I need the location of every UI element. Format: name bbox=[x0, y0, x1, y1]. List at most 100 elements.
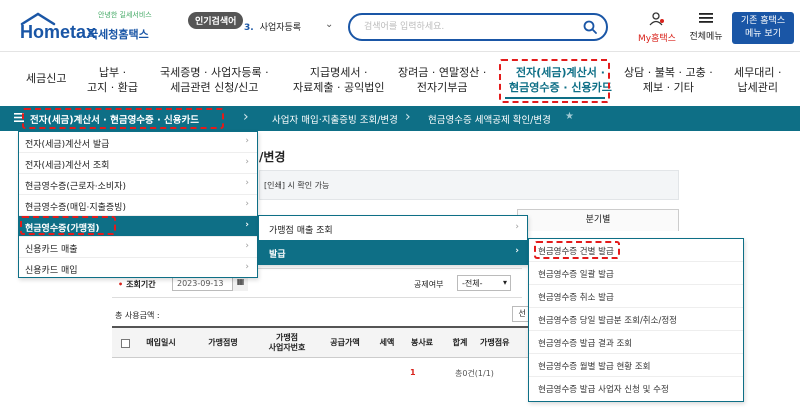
menu-item-cash-receipt-purchase[interactable]: 현금영수증(매입·지출증빙) › bbox=[19, 195, 257, 216]
classic-menu-button[interactable]: 기존 홈택스 메뉴 보기 bbox=[732, 12, 794, 44]
nav-label: 고지 · 환급 bbox=[87, 81, 138, 94]
top-header: 안녕한 길세서비스 Hometax 국세청홈택스 인기검색어 3. 사업자등록 ⌄… bbox=[0, 0, 800, 52]
chevron-right-icon: › bbox=[245, 136, 249, 146]
highlight-breadcrumb-box bbox=[22, 108, 224, 129]
col-header: 봉사료 bbox=[410, 338, 434, 347]
breadcrumb-level3[interactable]: 현금영수증 세액공제 확인/변경 bbox=[428, 112, 551, 126]
total-amount-label: 총 사용금액 : bbox=[115, 311, 160, 320]
search-box bbox=[348, 13, 608, 41]
nav-item-tax-agent[interactable]: 세무대리 · 납세관리 bbox=[734, 65, 781, 95]
menu-item-e-invoice-inquiry[interactable]: 전자(세금)계산서 조회 › bbox=[19, 153, 257, 174]
nav-item-consulting[interactable]: 상담 · 불복 · 고충 · 제보 · 기타 bbox=[624, 65, 713, 95]
deduct-label: 공제여부 bbox=[414, 280, 444, 289]
chevron-right-icon: › bbox=[245, 199, 249, 209]
pager-current[interactable]: 1 bbox=[410, 368, 416, 377]
dropdown-menu-level1: 전자(세금)계산서 발급 › 전자(세금)계산서 조회 › 현금영수증(근로자·소비… bbox=[18, 131, 258, 278]
user-icon bbox=[649, 12, 664, 26]
chevron-right-icon: › bbox=[515, 222, 519, 232]
dropdown-menu-level2: 가맹점 매출 조회 › 발급 › bbox=[258, 215, 528, 265]
nav-label: 세금신고 bbox=[26, 72, 67, 85]
nav-label: 세금관련 신청/신고 bbox=[170, 81, 259, 94]
popular-term: 사업자등록 bbox=[259, 23, 302, 33]
chevron-down-icon[interactable]: ⌄ bbox=[325, 19, 333, 30]
logo-tagline: 안녕한 길세서비스 bbox=[98, 11, 152, 19]
menu-item-merchant-sales-inquiry[interactable]: 가맹점 매출 조회 › bbox=[259, 216, 527, 240]
pager-total: 총0건(1/1) bbox=[455, 369, 494, 378]
col-header: 세액 bbox=[379, 338, 395, 347]
col-header: 합계 bbox=[452, 338, 468, 347]
chevron-right-icon: › bbox=[245, 241, 249, 251]
period-label: • 조회기간 bbox=[118, 280, 156, 289]
popular-search-item[interactable]: 3. 사업자등록 bbox=[244, 20, 301, 33]
menu-item-e-invoice-issue[interactable]: 전자(세금)계산서 발급 › bbox=[19, 132, 257, 153]
nav-label: 납세관리 bbox=[737, 81, 778, 94]
nav-label: 지급명세서 · bbox=[309, 66, 368, 79]
nav-label: 장려금 · 연말정산 · bbox=[398, 66, 487, 79]
popular-search-badge: 인기검색어 bbox=[188, 12, 244, 29]
nav-item-payment[interactable]: 납부 · 고지 · 환급 bbox=[87, 65, 138, 95]
page-title: /변경 bbox=[259, 150, 286, 164]
menu-item-issuer-application[interactable]: 현금영수증 발급 사업자 신청 및 수정 bbox=[529, 377, 743, 400]
deduct-select[interactable]: -전체- ▾ bbox=[457, 275, 511, 291]
nav-label: 자료제출 · 공익법인 bbox=[293, 81, 385, 94]
search-input[interactable] bbox=[364, 16, 584, 38]
logo-subtitle: 국세청홈택스 bbox=[88, 28, 149, 41]
hometax-logo[interactable]: 안녕한 길세서비스 Hometax 국세청홈택스 bbox=[20, 10, 160, 44]
deduct-select-value: -전체- bbox=[462, 279, 483, 288]
tab-quarterly[interactable]: 분기별 bbox=[517, 209, 679, 231]
all-menu-button[interactable]: 전체메뉴 bbox=[686, 12, 726, 42]
menu-item-cancel-issue[interactable]: 현금영수증 취소 발급 bbox=[529, 285, 743, 308]
menu-item-bulk-issue[interactable]: 현금영수증 일괄 발급 bbox=[529, 262, 743, 285]
chevron-right-icon: › bbox=[245, 220, 249, 230]
chevron-right-icon: › bbox=[405, 109, 411, 125]
all-menu-label: 전체메뉴 bbox=[689, 32, 723, 42]
nav-item-payment-statements[interactable]: 지급명세서 · 자료제출 · 공익법인 bbox=[293, 65, 384, 95]
result-table-header: 매입일시 가맹점명 가맹점 사업자번호 공급가액 세액 봉사료 합계 가맹점유 bbox=[112, 326, 528, 358]
nav-label: 전자기부금 bbox=[416, 81, 468, 94]
nav-label: 국세증명 · 사업자등록 · bbox=[160, 66, 269, 79]
nav-item-tax-filing[interactable]: 세금신고 bbox=[26, 71, 66, 86]
logo-text: Hometax bbox=[20, 22, 97, 42]
nav-item-certificates[interactable]: 국세증명 · 사업자등록 · 세금관련 신청/신고 bbox=[160, 65, 269, 95]
chevron-right-icon: › bbox=[245, 157, 249, 167]
checkbox[interactable] bbox=[120, 338, 130, 348]
chevron-right-icon: › bbox=[515, 246, 519, 256]
menu-item-monthly-status[interactable]: 현금영수증 월별 발급 현황 조회 bbox=[529, 354, 743, 377]
chevron-right-icon: › bbox=[245, 262, 249, 272]
col-header: 매입일시 bbox=[146, 338, 176, 347]
col-header: 가맹점명 bbox=[208, 338, 238, 347]
my-hometax-label: My홈택스 bbox=[638, 34, 676, 44]
dropdown-menu-level3: 현금영수증 건별 발급 현금영수증 일괄 발급 현금영수증 취소 발급 현금영수… bbox=[528, 238, 744, 402]
notice-box: [인쇄] 시 확인 가능 bbox=[259, 170, 679, 200]
col-header: 공급가액 bbox=[330, 338, 360, 347]
nav-label: 상담 · 불복 · 고충 · bbox=[624, 66, 713, 79]
breadcrumb-level2[interactable]: 사업자 매입·지출증빙 조회/변경 bbox=[272, 112, 398, 126]
hamburger-icon bbox=[699, 13, 713, 23]
menu-item-issue-result[interactable]: 현금영수증 발급 결과 조회 bbox=[529, 331, 743, 354]
classic-menu-line2: 메뉴 보기 bbox=[745, 29, 781, 39]
menu-item-today-issued[interactable]: 현금영수증 당일 발급분 조회/취소/정정 bbox=[529, 308, 743, 331]
select-all-checkbox-cell[interactable] bbox=[116, 328, 134, 358]
chevron-down-icon: ▾ bbox=[502, 278, 507, 287]
menu-item-credit-card-sales[interactable]: 신용카드 매출 › bbox=[19, 237, 257, 258]
highlight-nav-box bbox=[499, 59, 610, 103]
menu-item-credit-card-purchase[interactable]: 신용카드 매입 › bbox=[19, 258, 257, 279]
star-icon[interactable]: ★ bbox=[565, 111, 574, 122]
highlight-merchant-box bbox=[20, 216, 116, 235]
menu-item-issue[interactable]: 발급 › bbox=[259, 240, 527, 264]
chevron-right-icon: › bbox=[245, 178, 249, 188]
highlight-single-issue-box bbox=[534, 241, 620, 259]
popular-rank: 3. bbox=[244, 23, 254, 33]
search-icon[interactable] bbox=[583, 20, 597, 34]
col-header: 가맹점 사업자번호 bbox=[268, 333, 306, 352]
notice-text: [인쇄] 시 확인 가능 bbox=[264, 181, 330, 190]
main-nav: 세금신고 납부 · 고지 · 환급 국세증명 · 사업자등록 · 세금관련 신청… bbox=[0, 53, 800, 105]
chevron-right-icon: › bbox=[243, 109, 249, 125]
col-header: 가맹점유 bbox=[480, 338, 510, 347]
classic-menu-line1: 기존 홈택스 bbox=[740, 16, 786, 26]
nav-label: 세무대리 · bbox=[734, 66, 782, 79]
my-hometax-button[interactable]: My홈택스 bbox=[634, 12, 680, 44]
nav-item-incentives[interactable]: 장려금 · 연말정산 · 전자기부금 bbox=[398, 65, 486, 95]
nav-label: 제보 · 기타 bbox=[642, 81, 694, 94]
menu-item-cash-receipt-consumer[interactable]: 현금영수증(근로자·소비자) › bbox=[19, 174, 257, 195]
